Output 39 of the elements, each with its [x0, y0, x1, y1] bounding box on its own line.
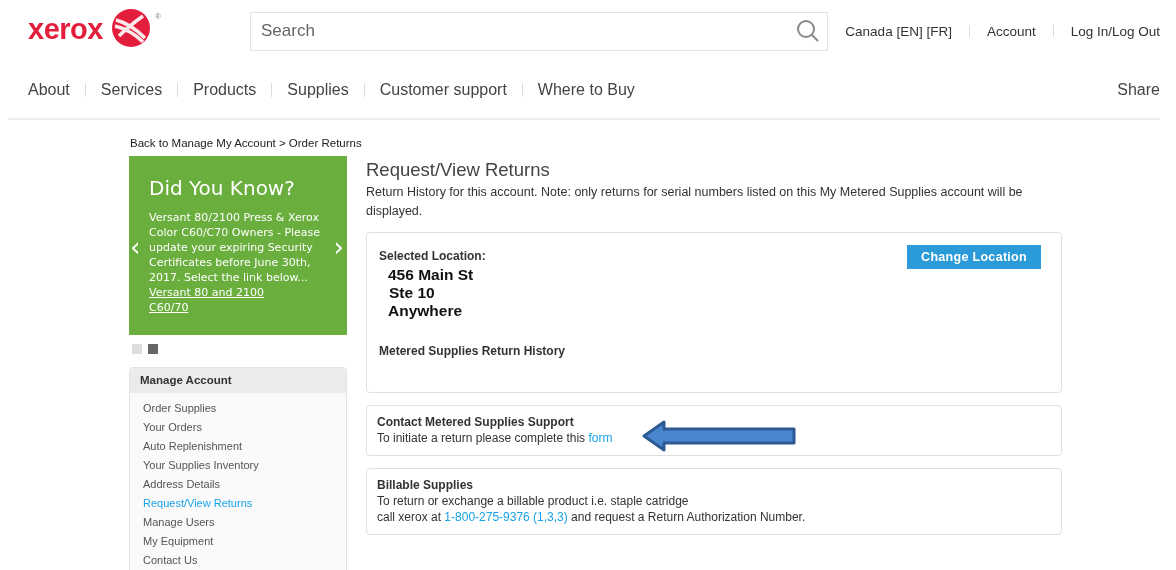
sidebar-item[interactable]: Address Details: [143, 475, 333, 494]
page-title: Request/View Returns: [366, 159, 551, 181]
card-text: To initiate a return please complete this form: [377, 430, 614, 446]
utility-link[interactable]: Log In/Log Out: [1070, 23, 1160, 39]
logo-sphere-icon: [111, 9, 150, 47]
promo-text: Versant 80/2100 Press & Xerox Color C60/C70 Owners - Please update your expiring Security Certificates before June 30th, 2017. Select the link below...: [149, 210, 322, 285]
page-note: Return History for this account. Note: only returns for serial numbers listed on this My Metered Supplies account will be displayed.: [366, 184, 1024, 220]
breadcrumb: Back to Manage My Account > Order Returns: [130, 136, 362, 151]
card-title: Contact Metered Supplies Support: [377, 415, 575, 429]
utility-link[interactable]: Account: [986, 23, 1036, 39]
sidebar-item[interactable]: Contact Us: [143, 551, 333, 570]
sidebar-item[interactable]: My Equipment: [143, 532, 333, 551]
sidebar-item[interactable]: Manage Users: [143, 513, 333, 532]
sidebar-item[interactable]: Your Supplies Inventory: [143, 456, 333, 475]
sidebar-item[interactable]: Order Supplies: [143, 399, 333, 418]
promo-title: Did You Know?: [149, 176, 296, 200]
nav-link[interactable]: Where to Buy: [537, 81, 635, 99]
nav-link[interactable]: About: [28, 81, 70, 99]
sidebar-title: Manage Account: [130, 368, 346, 393]
location-label: Selected Location:: [379, 249, 486, 263]
card-text: call xerox at 1-800-275-9376 (1,3,3) and request a Return Authorization Number.: [377, 509, 807, 525]
sidebar-item[interactable]: Your Orders: [143, 418, 333, 437]
search-field[interactable]: Search: [250, 11, 828, 51]
nav-link[interactable]: Services: [100, 81, 163, 99]
address-line: 456 Main St: [388, 266, 474, 284]
card-text: To return or exchange a billable product i.e. staple catridge: [377, 493, 690, 509]
utility-link[interactable]: Canada [EN] [FR]: [845, 23, 952, 39]
logo-wordmark[interactable]: xerox: [28, 12, 103, 46]
nav-link[interactable]: Products: [193, 81, 257, 99]
sidebar-item[interactable]: Auto Replenishment: [143, 437, 333, 456]
address-line: Anywhere: [388, 302, 463, 320]
search-icon[interactable]: [797, 19, 819, 42]
card-title: Billable Supplies: [377, 478, 475, 492]
share-link[interactable]: Share: [1117, 81, 1160, 99]
section-heading: Metered Supplies Return History: [379, 344, 567, 358]
registered-mark: ®: [154, 12, 161, 21]
nav-link[interactable]: Customer support: [379, 81, 507, 99]
address-line: Ste 10: [389, 284, 435, 302]
nav-link[interactable]: Supplies: [287, 81, 349, 99]
